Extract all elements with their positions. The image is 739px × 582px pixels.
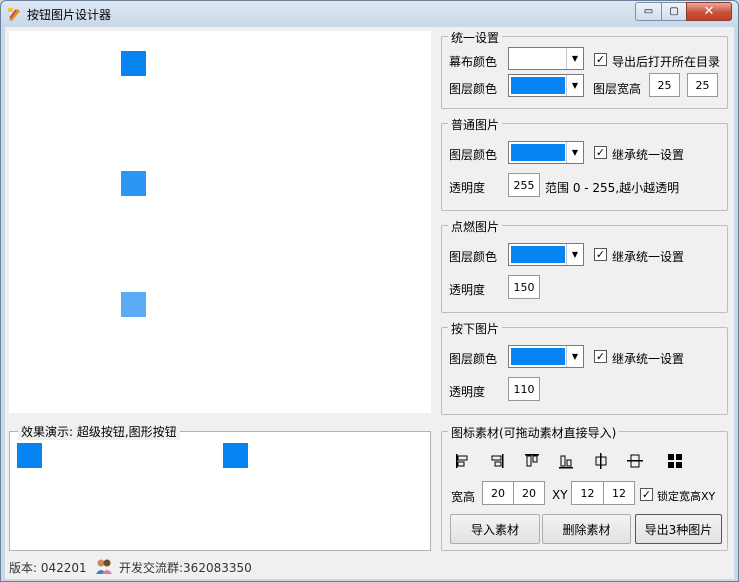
- lock-size-label: 锁定宽高XY: [657, 490, 716, 503]
- canvas-color-swatch: [511, 50, 565, 67]
- chevron-down-icon: ▼: [566, 346, 583, 367]
- lock-size-checkbox[interactable]: ✓: [640, 488, 653, 501]
- normal-image-block: [121, 51, 146, 76]
- open-dir-checkbox[interactable]: ✓: [594, 53, 607, 66]
- hover-color-swatch: [511, 246, 565, 263]
- normal-legend: 普通图片: [448, 116, 503, 133]
- layer-width-input[interactable]: 25: [649, 73, 680, 97]
- hover-inherit-checkbox[interactable]: ✓: [594, 248, 607, 261]
- layer-color-label: 图层颜色: [449, 82, 498, 96]
- pressed-legend: 按下图片: [448, 320, 503, 337]
- pressed-inherit-checkbox[interactable]: ✓: [594, 350, 607, 363]
- layer-size-label: 图层宽高: [593, 82, 642, 96]
- pressed-layer-color-select[interactable]: ▼: [508, 345, 584, 368]
- normal-opacity-label: 透明度: [449, 181, 486, 195]
- check-icon: ✓: [595, 248, 606, 261]
- material-xy-label: XY: [552, 488, 568, 502]
- normal-inherit-checkbox[interactable]: ✓: [594, 146, 607, 159]
- hover-opacity-label: 透明度: [449, 283, 486, 297]
- align-left-icon[interactable]: [452, 450, 474, 472]
- chevron-down-icon: ▼: [566, 244, 583, 265]
- import-material-button[interactable]: 导入素材: [450, 514, 540, 544]
- pressed-opacity-input[interactable]: 110: [508, 377, 540, 401]
- pressed-image-block: [121, 292, 146, 317]
- design-canvas[interactable]: [9, 31, 431, 413]
- minimize-button[interactable]: ▭: [635, 2, 662, 21]
- dev-group-text: 开发交流群:362083350: [119, 561, 252, 575]
- unified-legend: 统一设置: [448, 29, 503, 46]
- app-icon: [8, 8, 20, 21]
- preview-panel: 效果演示: 超级按钮,图形按钮: [9, 423, 431, 551]
- normal-opacity-input[interactable]: 255: [508, 173, 540, 197]
- hover-legend: 点燃图片: [448, 218, 503, 235]
- export-images-button[interactable]: 导出3种图片: [635, 514, 722, 544]
- app-window: 按钮图片设计器 ▭ ▢ ✕ 效果演示: 超级按钮,图形按钮 统一设置 幕布颜色 …: [0, 0, 739, 582]
- hover-layer-color-label: 图层颜色: [449, 250, 498, 264]
- layer-color-swatch: [511, 77, 565, 94]
- close-button[interactable]: ✕: [686, 2, 732, 21]
- normal-image-group: 普通图片 图层颜色 ▼ ✓ 继承统一设置 透明度 255 范围 0 - 255,…: [441, 116, 728, 211]
- unified-settings-group: 统一设置 幕布颜色 ▼ ✓ 导出后打开所在目录 图层颜色 ▼ 图层宽高 25 2…: [441, 29, 728, 109]
- chevron-down-icon: ▼: [566, 75, 583, 96]
- close-icon: ✕: [703, 4, 715, 19]
- preview-legend: 效果演示: 超级按钮,图形按钮: [18, 423, 180, 440]
- check-icon: ✓: [595, 146, 606, 159]
- material-y-input[interactable]: 12: [603, 481, 635, 505]
- open-dir-label: 导出后打开所在目录: [612, 55, 721, 69]
- hover-inherit-label: 继承统一设置: [612, 250, 685, 264]
- opacity-range-hint: 范围 0 - 255,越小越透明: [545, 181, 680, 195]
- pressed-opacity-label: 透明度: [449, 385, 486, 399]
- normal-layer-color-label: 图层颜色: [449, 148, 498, 162]
- hover-image-block: [121, 171, 146, 196]
- align-top-icon[interactable]: [521, 450, 543, 472]
- pressed-image-group: 按下图片 图层颜色 ▼ ✓ 继承统一设置 透明度 110: [441, 320, 728, 415]
- chevron-down-icon: ▼: [566, 142, 583, 163]
- normal-layer-color-select[interactable]: ▼: [508, 141, 584, 164]
- align-bottom-icon[interactable]: [555, 450, 577, 472]
- layer-height-input[interactable]: 25: [687, 73, 718, 97]
- material-legend: 图标素材(可拖动素材直接导入): [448, 424, 620, 441]
- align-vcenter-icon[interactable]: [624, 450, 646, 472]
- users-icon: [96, 559, 112, 574]
- normal-inherit-label: 继承统一设置: [612, 148, 685, 162]
- window-title: 按钮图片设计器: [27, 8, 112, 22]
- align-hcenter-icon[interactable]: [590, 450, 612, 472]
- material-height-input[interactable]: 20: [513, 481, 545, 505]
- grid-icon[interactable]: [664, 450, 686, 472]
- canvas-color-label: 幕布颜色: [449, 55, 498, 69]
- normal-color-swatch: [511, 144, 565, 161]
- check-icon: ✓: [595, 53, 606, 66]
- layer-color-select[interactable]: ▼: [508, 74, 584, 97]
- material-group: 图标素材(可拖动素材直接导入) 宽高 20 20 XY 12 12 ✓ 锁定宽高…: [441, 424, 728, 551]
- chevron-down-icon: ▼: [566, 48, 583, 69]
- pressed-color-swatch: [511, 348, 565, 365]
- check-icon: ✓: [595, 350, 606, 363]
- title-bar: 按钮图片设计器 ▭ ▢ ✕: [1, 1, 738, 27]
- maximize-icon: ▢: [669, 6, 679, 17]
- check-icon: ✓: [641, 488, 652, 501]
- hover-image-group: 点燃图片 图层颜色 ▼ ✓ 继承统一设置 透明度 150: [441, 218, 728, 313]
- material-size-label: 宽高: [451, 490, 476, 504]
- pressed-layer-color-label: 图层颜色: [449, 352, 498, 366]
- material-width-input[interactable]: 20: [482, 481, 514, 505]
- pressed-inherit-label: 继承统一设置: [612, 352, 685, 366]
- canvas-color-select[interactable]: ▼: [508, 47, 584, 70]
- preview-super-button[interactable]: [17, 443, 42, 468]
- delete-material-button[interactable]: 删除素材: [542, 514, 631, 544]
- maximize-button[interactable]: ▢: [661, 2, 687, 21]
- hover-layer-color-select[interactable]: ▼: [508, 243, 584, 266]
- align-right-icon[interactable]: [486, 450, 508, 472]
- minimize-icon: ▭: [643, 6, 654, 17]
- client-area: 效果演示: 超级按钮,图形按钮 统一设置 幕布颜色 ▼ ✓ 导出后打开所在目录 …: [5, 27, 734, 579]
- hover-opacity-input[interactable]: 150: [508, 275, 540, 299]
- material-x-input[interactable]: 12: [571, 481, 604, 505]
- version-text: 版本: 042201: [9, 561, 87, 575]
- preview-shape-button[interactable]: [223, 443, 248, 468]
